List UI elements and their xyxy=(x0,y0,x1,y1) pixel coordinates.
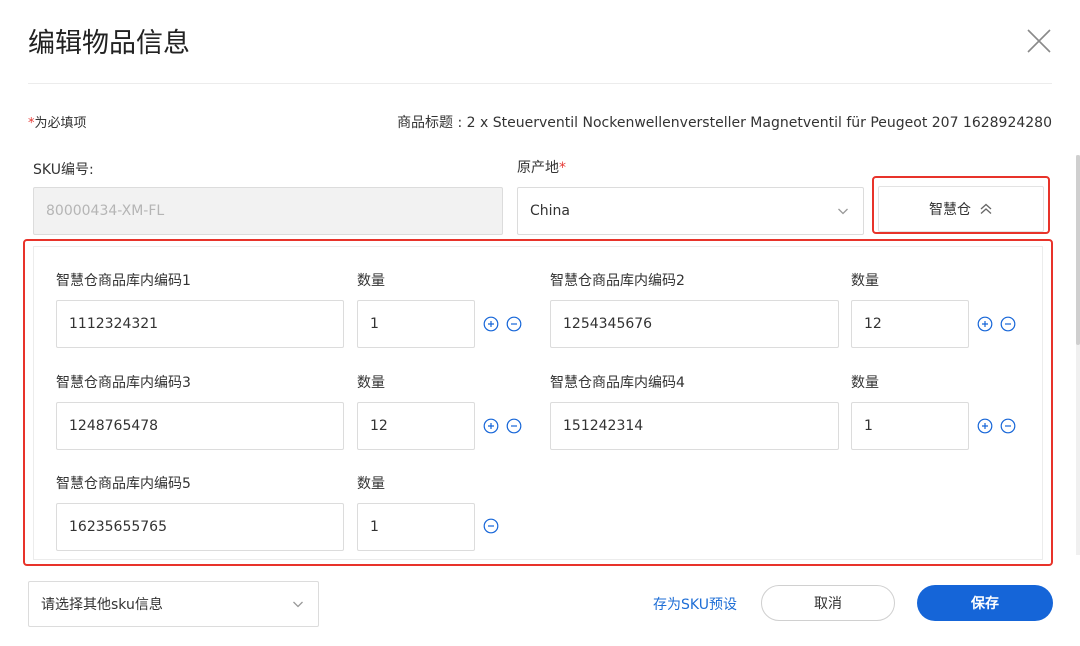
origin-select-value: China xyxy=(530,203,570,219)
chevron-down-icon xyxy=(292,598,304,610)
quantity-input-3[interactable]: 12 xyxy=(357,402,475,450)
double-chevron-up-icon xyxy=(979,202,993,216)
quantity-input-5[interactable]: 1 xyxy=(357,503,475,551)
header-divider xyxy=(28,83,1052,84)
quantity-input-4[interactable]: 1 xyxy=(851,402,969,450)
close-icon[interactable] xyxy=(1024,26,1054,56)
sku-input: 80000434-XM-FL xyxy=(33,187,503,235)
quantity-label-2: 数量 xyxy=(851,273,879,289)
quantity-label-3: 数量 xyxy=(357,375,385,391)
smart-warehouse-toggle[interactable]: 智慧仓 xyxy=(878,186,1044,232)
origin-select[interactable]: China xyxy=(517,187,864,235)
warehouse-code-label-1: 智慧仓商品库内编码1 xyxy=(56,273,191,289)
warehouse-code-label-5: 智慧仓商品库内编码5 xyxy=(56,476,191,492)
quantity-label-5: 数量 xyxy=(357,476,385,492)
minus-circle-icon[interactable] xyxy=(483,518,499,534)
warehouse-code-input-1[interactable]: 1112324321 xyxy=(56,300,344,348)
quantity-label-4: 数量 xyxy=(851,375,879,391)
minus-circle-icon[interactable] xyxy=(506,316,522,332)
save-sku-preset-link[interactable]: 存为SKU预设 xyxy=(653,594,737,614)
chevron-down-icon xyxy=(837,205,849,217)
plus-circle-icon[interactable] xyxy=(977,316,993,332)
warehouse-code-label-2: 智慧仓商品库内编码2 xyxy=(550,273,685,289)
scrollbar-thumb[interactable] xyxy=(1076,155,1080,345)
plus-circle-icon[interactable] xyxy=(977,418,993,434)
warehouse-code-input-4[interactable]: 151242314 xyxy=(550,402,839,450)
plus-circle-icon[interactable] xyxy=(483,418,499,434)
warehouse-code-input-2[interactable]: 1254345676 xyxy=(550,300,839,348)
plus-circle-icon[interactable] xyxy=(483,316,499,332)
origin-label: 原产地* xyxy=(517,157,566,177)
minus-circle-icon[interactable] xyxy=(1000,418,1016,434)
quantity-input-1[interactable]: 1 xyxy=(357,300,475,348)
required-note: *为必填项 xyxy=(28,112,87,131)
minus-circle-icon[interactable] xyxy=(1000,316,1016,332)
warehouse-code-label-3: 智慧仓商品库内编码3 xyxy=(56,375,191,391)
sku-label: SKU编号: xyxy=(33,162,94,178)
cancel-button[interactable]: 取消 xyxy=(761,585,895,621)
other-sku-select[interactable]: 请选择其他sku信息 xyxy=(28,581,319,627)
minus-circle-icon[interactable] xyxy=(506,418,522,434)
quantity-label-1: 数量 xyxy=(357,273,385,289)
quantity-input-2[interactable]: 12 xyxy=(851,300,969,348)
origin-required-star: * xyxy=(559,160,566,176)
warehouse-code-input-3[interactable]: 1248765478 xyxy=(56,402,344,450)
save-button[interactable]: 保存 xyxy=(917,585,1053,621)
origin-label-text: 原产地 xyxy=(517,160,559,176)
other-sku-select-placeholder: 请选择其他sku信息 xyxy=(41,597,163,613)
smart-warehouse-toggle-label: 智慧仓 xyxy=(929,202,971,218)
required-text: 为必填项 xyxy=(34,116,87,131)
warehouse-code-input-5[interactable]: 16235655765 xyxy=(56,503,344,551)
goods-title: 商品标题 : 2 x Steuerventil Nockenwellenvers… xyxy=(397,115,1052,131)
dialog-title: 编辑物品信息 xyxy=(28,28,190,59)
warehouse-code-label-4: 智慧仓商品库内编码4 xyxy=(550,375,685,391)
